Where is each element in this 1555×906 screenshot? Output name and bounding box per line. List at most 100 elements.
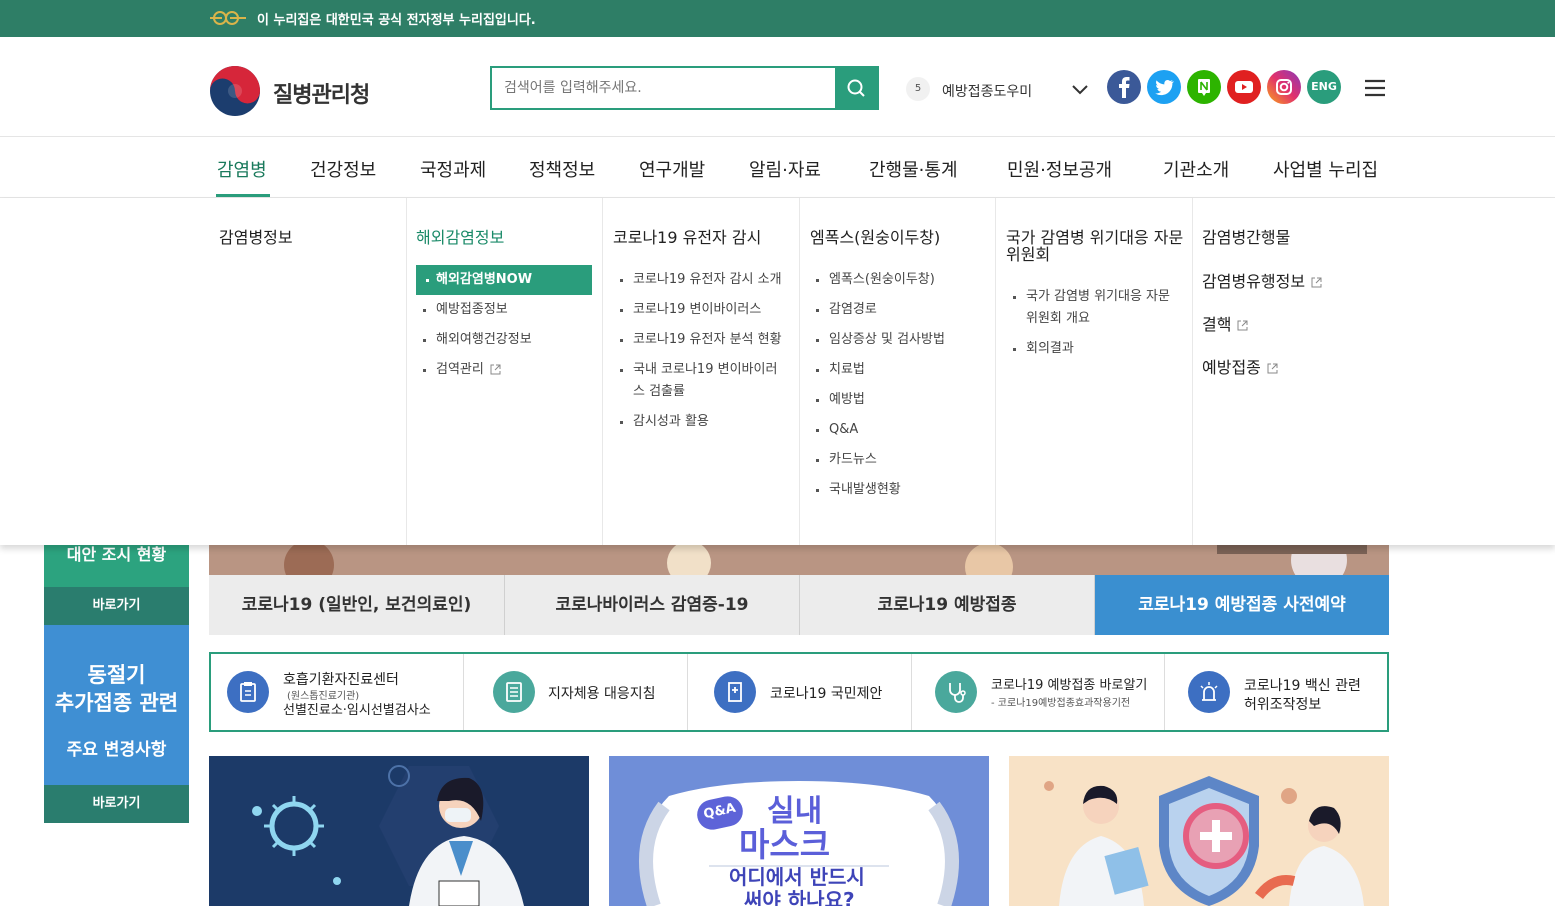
nav-item-publications-stats[interactable]: 간행물·통계 — [869, 156, 958, 182]
side-banner-2-line2: 추가접종 관련 — [54, 691, 179, 715]
instagram-icon — [1276, 79, 1292, 95]
submenu-item[interactable]: 코로나19 유전자 감시 소개 — [620, 269, 782, 291]
quick-link-label: 선별진료소·임시선별검사소 — [283, 703, 431, 718]
submenu-item-travel-health[interactable]: 해외여행건강정보 — [423, 329, 532, 351]
side-banner-2-line3: 주요 변경사항 — [66, 740, 167, 760]
menu-title-disease-info[interactable]: 감염병정보 — [219, 229, 293, 246]
facebook-link[interactable] — [1107, 70, 1141, 104]
english-site-link[interactable]: ENG — [1307, 70, 1341, 104]
mask-title-line2: 마스크 — [739, 825, 831, 864]
gov-banner: 이 누리집은 대한민국 공식 전자정부 누리집입니다. — [0, 0, 1555, 37]
site-logo-text[interactable]: 질병관리청 — [273, 77, 370, 109]
search-button[interactable] — [835, 68, 877, 108]
submenu-item[interactable]: 회의결과 — [1013, 338, 1074, 360]
link-epidemic-info[interactable]: 감염병유행정보 — [1202, 268, 1322, 292]
submenu-item[interactable]: 코로나19 변이바이러스 — [620, 299, 761, 321]
vaccination-helper-dropdown[interactable]: 5 예방접종도우미 — [906, 77, 1091, 103]
submenu-item-vaccination-info[interactable]: 예방접종정보 — [423, 299, 508, 321]
side-banner-1[interactable]: 대안 조시 현황 — [44, 545, 189, 587]
chevron-down-icon — [1072, 85, 1088, 95]
submenu-item[interactable]: 엠폭스(원숭이두창) — [816, 269, 935, 291]
helper-label: 예방접종도우미 — [942, 84, 1033, 100]
nav-item-about[interactable]: 기관소개 — [1163, 156, 1229, 182]
twitter-link[interactable] — [1147, 70, 1181, 104]
nav-active-indicator — [216, 194, 270, 197]
banner-card-1[interactable] — [209, 756, 589, 906]
hamburger-menu-icon[interactable] — [1364, 79, 1386, 97]
tab-covid-general[interactable]: 코로나19 (일반인, 보건의료인) — [209, 575, 505, 635]
quick-link-vaccine-misinfo[interactable]: 코로나19 백신 관련 허위조작정보 — [1165, 654, 1387, 730]
search-box — [490, 66, 879, 110]
menu-title-covid-genomic[interactable]: 코로나19 유전자 감시 — [613, 229, 761, 246]
nav-item-business-sites[interactable]: 사업별 누리집 — [1273, 156, 1378, 182]
submenu-item[interactable]: 치료법 — [816, 359, 865, 381]
submenu-item[interactable]: 임상증상 및 검사방법 — [816, 329, 945, 351]
submenu-item-continued[interactable]: 위원회 개요 — [1013, 308, 1090, 330]
banner-card-mask-qa[interactable]: Q&A 실내 마스크 어디에서 반드시 써야 하나요? — [609, 756, 989, 906]
submenu-item[interactable]: 코로나19 유전자 분석 현황 — [620, 329, 782, 351]
youtube-link[interactable] — [1227, 70, 1261, 104]
quick-link-respiratory-center[interactable]: 호흡기환자진료센터 (원스톱진료기관) 선별진료소·임시선별검사소 — [211, 654, 464, 730]
side-banner-2[interactable]: 동절기 추가접종 관련 주요 변경사항 — [44, 625, 189, 785]
naver-post-icon — [1198, 79, 1210, 96]
menu-title-publications[interactable]: 감염병간행물 — [1202, 229, 1290, 246]
covid-tabs: 코로나19 (일반인, 보건의료인) 코로나바이러스 감염증-19 코로나19 … — [209, 575, 1389, 635]
alarm-icon — [1188, 671, 1230, 713]
nav-item-civil-affairs[interactable]: 민원·정보공개 — [1007, 156, 1112, 182]
doctor-illustration — [252, 765, 524, 906]
submenu-item-continued[interactable]: 스 검출률 — [620, 381, 685, 403]
external-link-icon — [1267, 363, 1278, 374]
main-navigation: 감염병 건강정보 국정과제 정책정보 연구개발 알림·자료 간행물·통계 민원·… — [0, 137, 1555, 198]
nav-item-national-tasks[interactable]: 국정과제 — [420, 156, 486, 182]
submenu-item[interactable]: 감시성과 활용 — [620, 411, 709, 433]
menu-title-advisory-committee-cont[interactable]: 위원회 — [1006, 246, 1050, 263]
nav-item-policy-info[interactable]: 정책정보 — [529, 156, 595, 182]
mega-menu-dropdown: 감염병정보 해외감염정보 해외감염병NOW 예방접종정보 해외여행건강정보 검역… — [0, 198, 1555, 545]
hero-illustration — [209, 545, 1389, 575]
external-link-icon — [490, 364, 501, 375]
tab-coronavirus-infection[interactable]: 코로나바이러스 감염증-19 — [505, 575, 800, 635]
submenu-item-overseas-now[interactable]: 해외감염병NOW — [416, 265, 592, 295]
tab-covid-vaccination[interactable]: 코로나19 예방접종 — [800, 575, 1095, 635]
submenu-item[interactable]: 국가 감염병 위기대응 자문 — [1013, 286, 1170, 308]
submenu-item[interactable]: 국내 코로나19 변이바이러 — [620, 359, 777, 381]
nav-item-health-info[interactable]: 건강정보 — [310, 156, 376, 182]
external-link-icon — [1311, 277, 1322, 288]
building-icon — [714, 671, 756, 713]
submenu-item-quarantine[interactable]: 검역관리 — [423, 359, 501, 381]
submenu-item[interactable]: 예방법 — [816, 389, 865, 411]
quick-link-vaccination-know[interactable]: 코로나19 예방접종 바로알기 - 코로나19예방접종효과작용기전 — [912, 654, 1165, 730]
menu-title-overseas-infection[interactable]: 해외감염정보 — [416, 229, 504, 246]
tab-vaccination-reservation[interactable]: 코로나19 예방접종 사전예약 — [1095, 575, 1389, 635]
link-vaccination[interactable]: 예방접종 — [1202, 354, 1278, 378]
quick-link-label: 코로나19 예방접종 바로알기 — [991, 678, 1148, 693]
menu-title-mpox[interactable]: 엠폭스(원숭이두창) — [810, 229, 940, 246]
side-banner-2-goto-button[interactable]: 바로가기 — [44, 785, 189, 823]
nav-item-infectious-disease[interactable]: 감염병 — [217, 156, 267, 182]
nav-item-research[interactable]: 연구개발 — [639, 156, 705, 182]
external-link-icon — [1237, 320, 1248, 331]
column-divider — [1192, 198, 1193, 545]
column-divider — [406, 198, 407, 545]
submenu-item[interactable]: Q&A — [816, 419, 858, 441]
submenu-item[interactable]: 감염경로 — [816, 299, 877, 321]
kdca-logo-icon[interactable] — [209, 65, 261, 117]
hero-banner-image[interactable] — [209, 545, 1389, 575]
submenu-item[interactable]: 카드뉴스 — [816, 449, 877, 471]
quick-link-label: 호흡기환자진료센터 — [283, 672, 399, 688]
link-tuberculosis[interactable]: 결핵 — [1202, 311, 1248, 335]
mask-title-line4: 써야 하나요? — [744, 888, 855, 906]
stethoscope-icon — [935, 671, 977, 713]
instagram-link[interactable] — [1267, 70, 1301, 104]
nav-item-notice-data[interactable]: 알림·자료 — [749, 156, 821, 182]
helper-number: 5 — [906, 77, 930, 101]
banner-card-3[interactable] — [1009, 756, 1389, 906]
quick-link-public-proposal[interactable]: 코로나19 국민제안 — [688, 654, 912, 730]
naver-post-link[interactable] — [1187, 70, 1221, 104]
menu-title-advisory-committee[interactable]: 국가 감염병 위기대응 자문 — [1006, 229, 1183, 246]
submenu-item[interactable]: 국내발생현황 — [816, 479, 901, 501]
gov-banner-text: 이 누리집은 대한민국 공식 전자정부 누리집입니다. — [257, 13, 536, 28]
side-banner-1-goto-button[interactable]: 바로가기 — [44, 587, 189, 625]
quick-link-local-guidelines[interactable]: 지자체용 대응지침 — [464, 654, 688, 730]
search-input[interactable] — [492, 68, 836, 108]
